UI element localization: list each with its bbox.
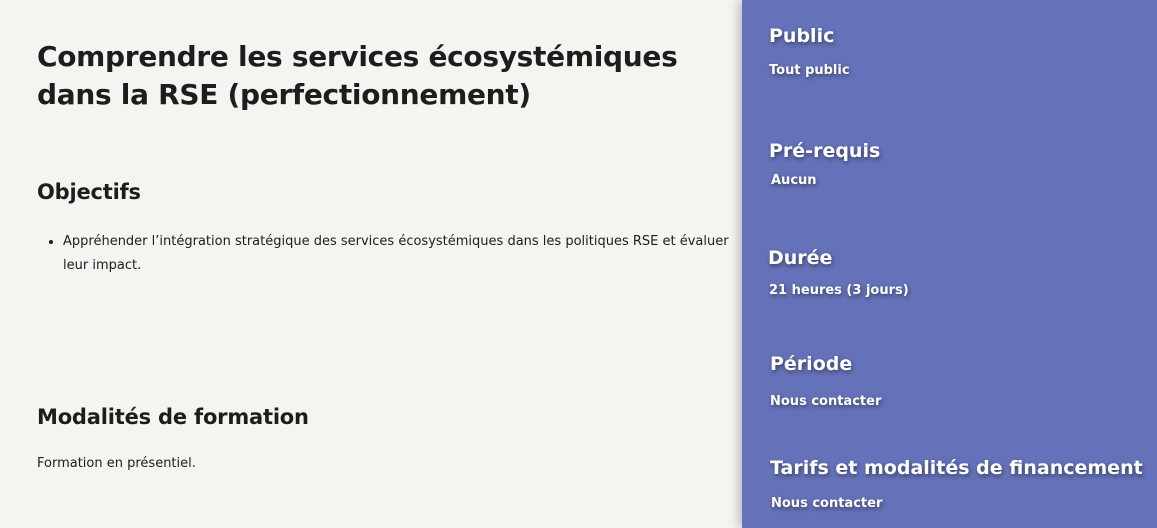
objective-item: Appréhender l’intégration stratégique de…: [63, 230, 743, 278]
period-label: Période: [770, 353, 853, 375]
prerequisites-value: Aucun: [771, 173, 817, 188]
period-value: Nous contacter: [770, 394, 882, 409]
pricing-value: Nous contacter: [771, 496, 883, 511]
prerequisites-label: Pré-requis: [769, 140, 881, 162]
modalities-heading: Modalités de formation: [37, 405, 309, 429]
pricing-label: Tarifs et modalités de financement: [770, 457, 1143, 479]
info-sidebar: Public Tout public Pré-requis Aucun Duré…: [742, 0, 1157, 528]
page-title: Comprendre les services écosystémiques d…: [37, 40, 678, 111]
objectives-list: Appréhender l’intégration stratégique de…: [37, 230, 743, 278]
duration-value: 21 heures (3 jours): [769, 283, 909, 298]
main-content: Comprendre les services écosystémiques d…: [0, 0, 742, 528]
public-label: Public: [769, 25, 835, 47]
public-value: Tout public: [769, 63, 850, 78]
duration-label: Durée: [768, 247, 833, 269]
modalities-text: Formation en présentiel.: [37, 456, 196, 471]
objectives-heading: Objectifs: [37, 180, 141, 204]
